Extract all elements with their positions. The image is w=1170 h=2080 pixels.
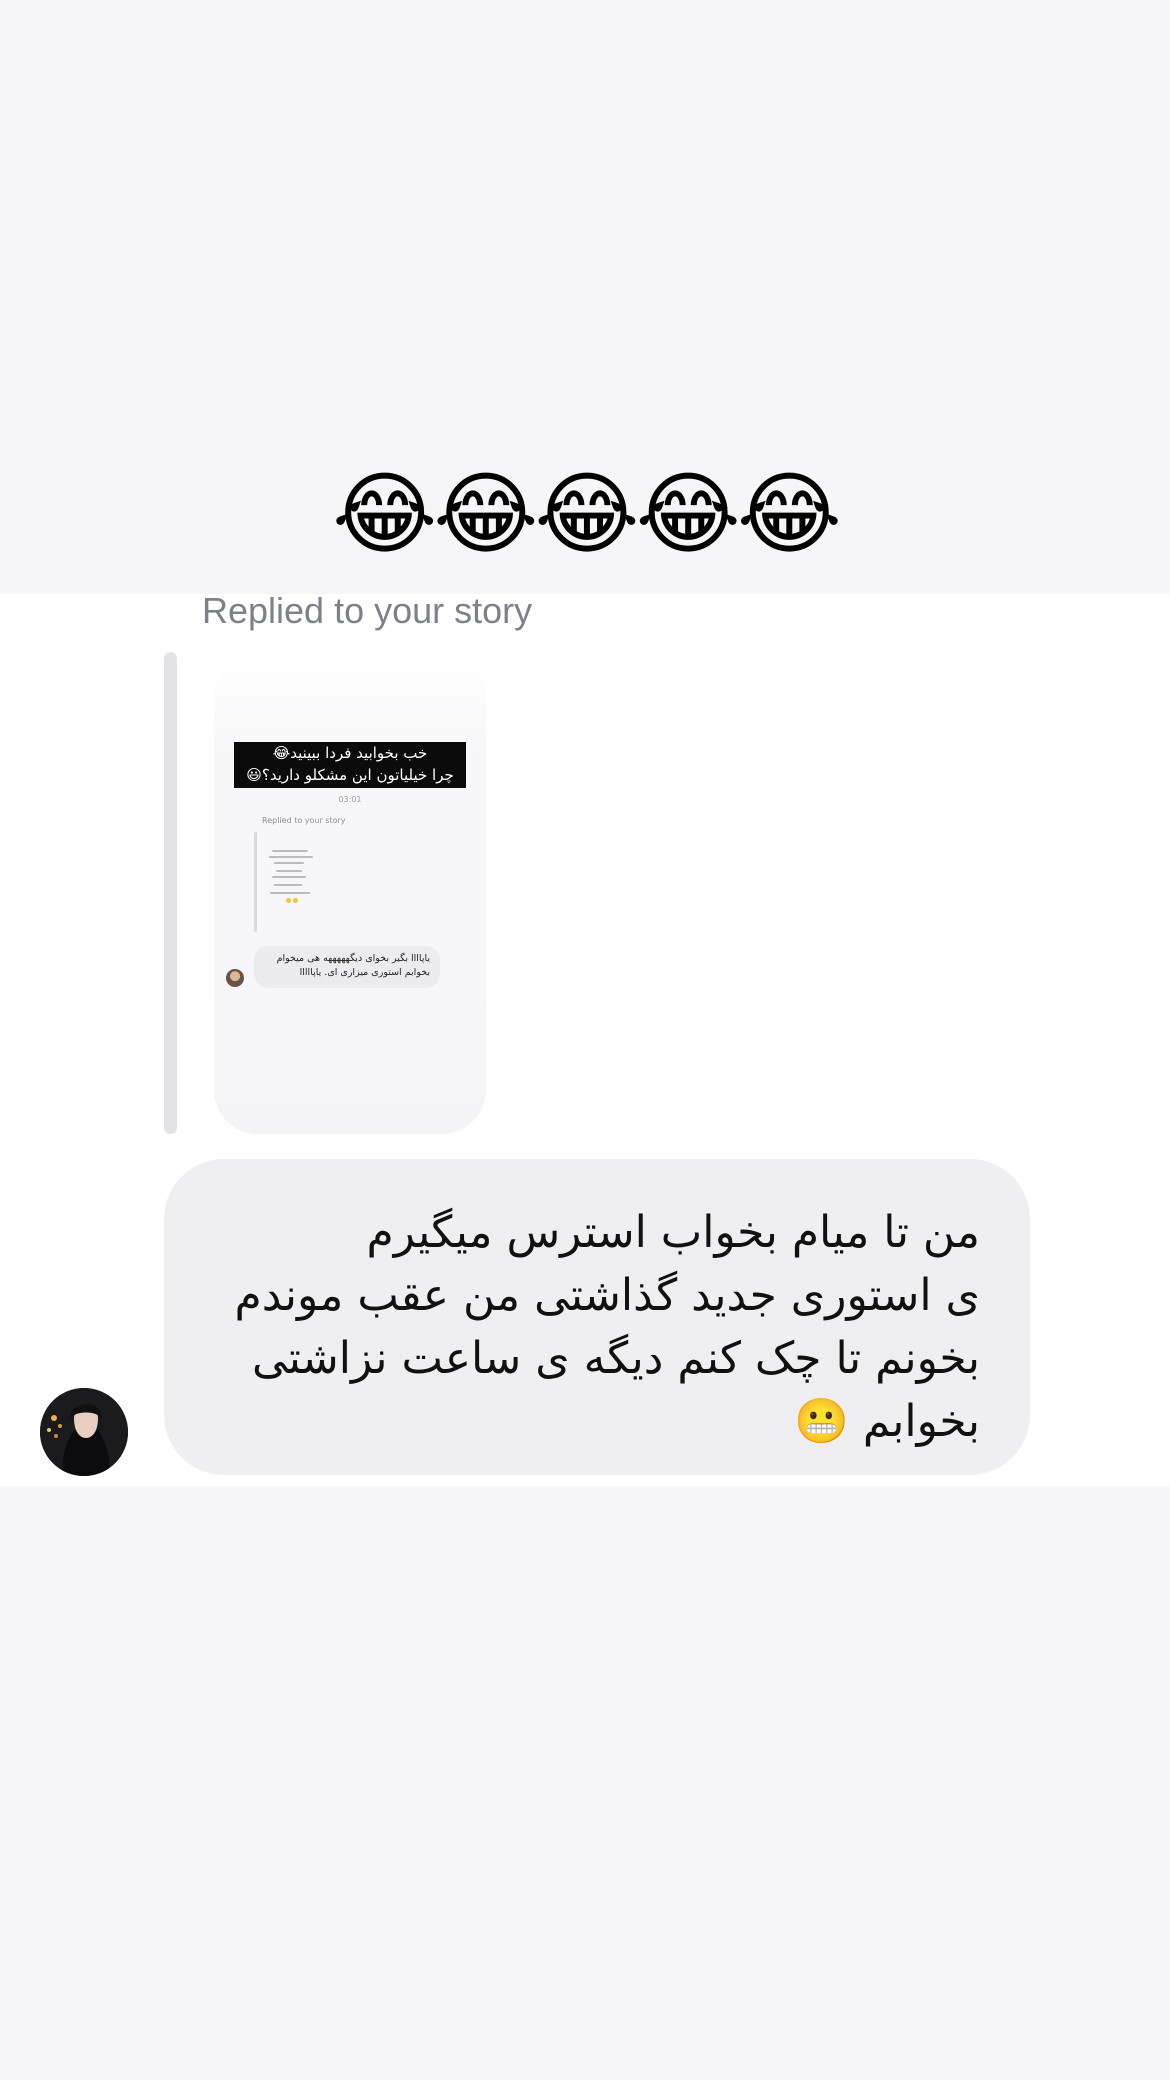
story-mini-reply-bubble: یاپاااا بگیر بخوای دیگهههههه هی میخوام ب…	[254, 946, 440, 988]
story-top-fade	[214, 652, 486, 752]
story-timestamp: 03:01	[338, 795, 362, 804]
message-text: من تا میام بخواب استرس میگیرم ی استوری ج…	[201, 1201, 980, 1453]
story-banner: خب بخوابید فردا ببینید😂 چرا خیلیاتون این…	[234, 742, 466, 788]
story-mini-reply-line: بخوابم استوری میزاری ای. یاپااااا	[299, 967, 430, 978]
reply-quote-bar	[164, 652, 177, 1134]
story-mini-avatar	[226, 969, 244, 987]
message-line: بخونم تا چک کنم دیگه ی ساعت نزاشتی	[251, 1333, 980, 1384]
story-preview-card[interactable]: خب بخوابید فردا ببینید😂 چرا خیلیاتون این…	[214, 652, 486, 1134]
story-bottom-fade	[214, 992, 486, 1134]
sender-avatar[interactable]	[40, 1388, 128, 1476]
replied-to-story-label: Replied to your story	[202, 590, 533, 631]
story-mini-reply-line: یاپاااا بگیر بخوای دیگهههههه هی میخوام	[276, 953, 430, 964]
emoji-reaction-message[interactable]: 😂😂😂😂😂	[0, 455, 1170, 575]
story-banner-line: چرا خیلیاتون این مشکلو دارید؟😃	[246, 766, 454, 784]
message-line: ی استوری جدید گذاشتی من عقب موندم	[234, 1270, 980, 1321]
story-mini-thumbnail	[266, 848, 322, 908]
message-line: بخوابم 😬	[794, 1396, 980, 1447]
message-bubble[interactable]: من تا میام بخواب استرس میگیرم ی استوری ج…	[164, 1159, 1030, 1475]
story-replied-label: Replied to your story	[262, 816, 346, 825]
story-mini-quote-bar	[254, 832, 257, 932]
story-banner-line: خب بخوابید فردا ببینید😂	[272, 744, 428, 762]
message-line: من تا میام بخواب استرس میگیرم	[366, 1207, 980, 1258]
avatar-portrait-icon	[40, 1388, 128, 1476]
